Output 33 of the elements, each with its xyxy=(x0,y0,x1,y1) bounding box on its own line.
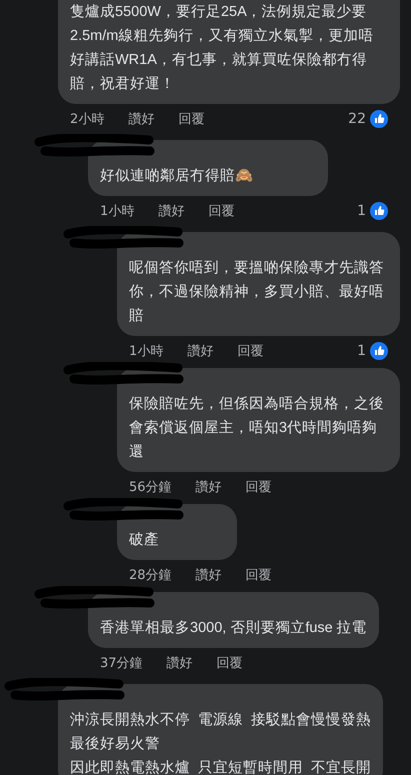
reply-link[interactable]: 回覆 xyxy=(208,202,234,220)
comment-text: 最後好易火警 xyxy=(70,735,161,754)
reaction-count: 22 xyxy=(348,111,366,127)
reaction-count: 1 xyxy=(357,203,366,219)
reply-link[interactable]: 回覆 xyxy=(178,110,204,128)
reply-link[interactable]: 回覆 xyxy=(246,566,272,584)
reply-link[interactable]: 回覆 xyxy=(216,654,243,672)
comment-text: 保險賠咗先，但係因為唔合規格，之後會索償返個屋主，唔知3代時間夠唔夠還 xyxy=(129,394,385,462)
like-icon xyxy=(370,110,388,128)
like-link[interactable]: 讚好 xyxy=(166,654,193,672)
comment-text: 沖涼長開熱水不停 電源線 接駁點會慢慢發熱 xyxy=(70,710,372,730)
comment-time: 37分鐘 xyxy=(100,655,143,672)
like-icon xyxy=(370,202,388,220)
comment-text: 因此即熱電熱水爐 只宜短暫時間用 不宜長開 xyxy=(70,758,372,775)
like-icon xyxy=(370,342,388,360)
comment-text: 香港單相最多3000, 否則要獨立fuse 拉電 xyxy=(100,618,367,638)
like-link[interactable]: 讚好 xyxy=(158,202,184,220)
reply-link[interactable]: 回覆 xyxy=(246,478,272,496)
comment-time: 28分鐘 xyxy=(129,567,172,584)
comment-text: 呢個答你唔到，要搵啲保險專才先識答你，不過保險精神，多買小賠、最好唔賠 xyxy=(129,259,385,326)
comment-time: 56分鐘 xyxy=(129,479,172,496)
reply-link[interactable]: 回覆 xyxy=(237,342,264,360)
comment-time: 2小時 xyxy=(70,111,104,128)
like-link[interactable]: 讚好 xyxy=(196,478,222,496)
reaction-count: 1 xyxy=(357,343,366,359)
comment-time: 1小時 xyxy=(129,343,164,360)
comment-text: 隻爐成5500W，要行足25A，法例規定最少要2.5m/m線粗先夠行，又有獨立水氣掣，更加唔好講話WR1A，有乜事，就算買咗保險都冇得賠，祝君好運！ xyxy=(70,2,374,94)
like-link[interactable]: 讚好 xyxy=(128,110,154,128)
like-link[interactable]: 讚好 xyxy=(196,566,222,584)
like-link[interactable]: 讚好 xyxy=(187,342,214,360)
comment-time: 1小時 xyxy=(100,203,134,220)
comment-text: 好似連啲鄰居冇得賠🙈 xyxy=(100,167,254,186)
comment-text: 破產 xyxy=(129,531,160,550)
